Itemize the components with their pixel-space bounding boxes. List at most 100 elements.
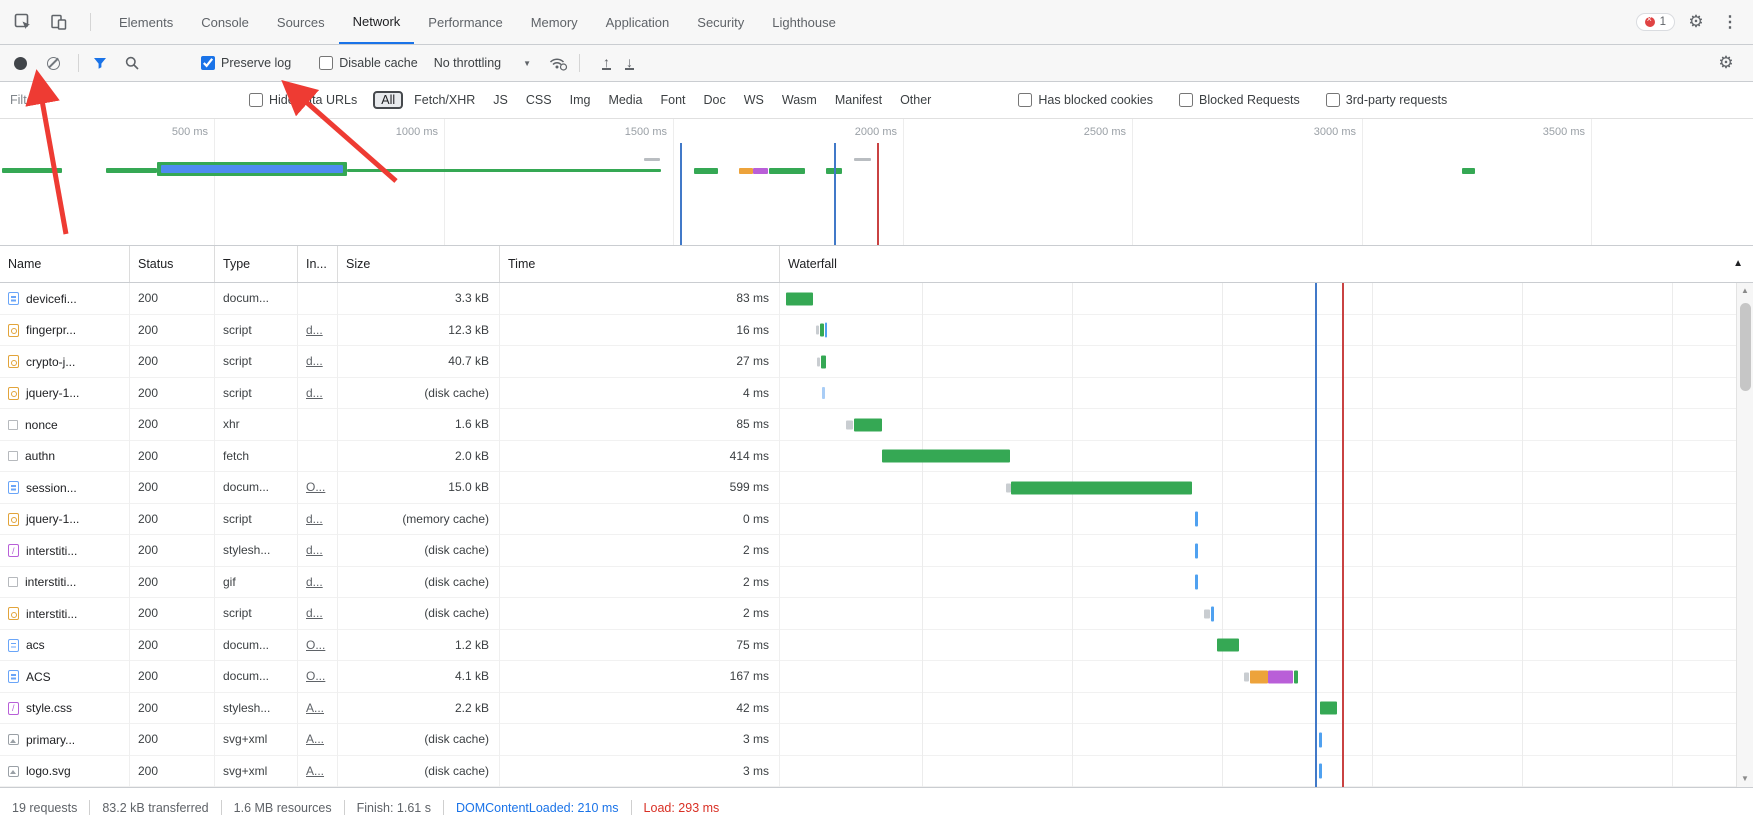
tab-sources[interactable]: Sources — [263, 0, 339, 44]
column-header-size[interactable]: Size — [338, 246, 500, 282]
filter-pill-doc[interactable]: Doc — [697, 91, 733, 109]
tab-elements[interactable]: Elements — [105, 0, 187, 44]
request-row[interactable]: acs200docum...O...1.2 kB75 ms — [0, 630, 1736, 662]
filter-pill-js[interactable]: JS — [486, 91, 515, 109]
request-row[interactable]: interstiti...200stylesh...d...(disk cach… — [0, 535, 1736, 567]
scrollbar-thumb[interactable] — [1740, 303, 1751, 391]
network-settings-gear-icon[interactable]: ⚙ — [1713, 50, 1739, 76]
request-row[interactable]: primary...200svg+xmlA...(disk cache)3 ms — [0, 724, 1736, 756]
filter-pill-manifest[interactable]: Manifest — [828, 91, 889, 109]
request-row[interactable]: jquery-1...200scriptd...(disk cache)4 ms — [0, 378, 1736, 410]
request-row[interactable]: session...200docum...O...15.0 kB599 ms — [0, 472, 1736, 504]
sort-ascending-icon[interactable]: ▲ — [1733, 258, 1743, 269]
preserve-log-checkbox[interactable] — [201, 56, 215, 70]
filter-toggle-icon[interactable] — [87, 50, 113, 76]
initiator-link[interactable]: O... — [306, 669, 325, 683]
filter-input[interactable] — [0, 89, 235, 111]
request-row[interactable]: devicefi...200docum...3.3 kB83 ms — [0, 283, 1736, 315]
filter-pill-ws[interactable]: WS — [737, 91, 771, 109]
initiator-link[interactable]: O... — [306, 638, 325, 652]
request-row[interactable]: jquery-1...200scriptd...(memory cache)0 … — [0, 504, 1736, 536]
tab-memory[interactable]: Memory — [517, 0, 592, 44]
filter-checkbox-3rd-party-requests[interactable]: 3rd-party requests — [1326, 93, 1447, 107]
column-header-initiator[interactable]: In... — [298, 246, 338, 282]
filter-pill-media[interactable]: Media — [601, 91, 649, 109]
clear-button[interactable] — [47, 57, 60, 70]
initiator-link[interactable]: A... — [306, 701, 324, 715]
tab-security[interactable]: Security — [683, 0, 758, 44]
waterfall-bar — [1195, 575, 1198, 590]
3rd-party-requests-checkbox[interactable] — [1326, 93, 1340, 107]
filter-pill-other[interactable]: Other — [893, 91, 938, 109]
column-header-waterfall[interactable]: Waterfall ▲ — [780, 246, 1753, 282]
status-item: 1.6 MB resources — [234, 801, 332, 815]
hide-data-urls-toggle[interactable]: Hide data URLs — [249, 93, 357, 107]
filter-pill-css[interactable]: CSS — [519, 91, 559, 109]
export-har-icon[interactable]: ↓ — [625, 56, 634, 70]
hide-data-urls-checkbox[interactable] — [249, 93, 263, 107]
filter-pill-fetch-xhr[interactable]: Fetch/XHR — [407, 91, 482, 109]
throttling-select[interactable]: No throttling ▼ — [434, 56, 531, 70]
initiator-link[interactable]: d... — [306, 323, 323, 337]
tab-lighthouse[interactable]: Lighthouse — [758, 0, 850, 44]
table-scrollbar[interactable]: ▲ ▼ — [1736, 283, 1753, 787]
column-header-status[interactable]: Status — [130, 246, 215, 282]
column-header-time[interactable]: Time — [500, 246, 780, 282]
initiator-link[interactable]: A... — [306, 764, 324, 778]
filter-checkbox-blocked-requests[interactable]: Blocked Requests — [1179, 93, 1300, 107]
blocked-requests-checkbox[interactable] — [1179, 93, 1193, 107]
inspect-element-icon[interactable] — [10, 9, 36, 35]
request-size: 2.2 kB — [338, 693, 500, 725]
search-icon[interactable] — [119, 50, 145, 76]
record-button[interactable] — [14, 57, 27, 70]
filter-pill-all[interactable]: All — [373, 91, 403, 109]
request-waterfall — [780, 504, 1736, 536]
initiator-link[interactable]: d... — [306, 386, 323, 400]
tab-console[interactable]: Console — [187, 0, 263, 44]
request-row[interactable]: logo.svg200svg+xmlA...(disk cache)3 ms — [0, 756, 1736, 788]
disable-cache-toggle[interactable]: Disable cache — [319, 56, 418, 70]
initiator-link[interactable]: A... — [306, 732, 324, 746]
filter-checkbox-has-blocked-cookies[interactable]: Has blocked cookies — [1018, 93, 1153, 107]
device-toolbar-icon[interactable] — [46, 9, 72, 35]
request-row[interactable]: fingerpr...200scriptd...12.3 kB16 ms — [0, 315, 1736, 347]
scroll-up-button[interactable]: ▲ — [1741, 283, 1749, 299]
initiator-link[interactable]: d... — [306, 606, 323, 620]
request-waterfall — [780, 472, 1736, 504]
network-conditions-icon[interactable] — [545, 50, 571, 76]
kebab-menu-icon[interactable]: ⋮ — [1717, 9, 1743, 35]
initiator-link[interactable]: d... — [306, 575, 323, 589]
request-size: (disk cache) — [338, 598, 500, 630]
settings-gear-icon[interactable]: ⚙ — [1683, 9, 1709, 35]
has-blocked-cookies-checkbox[interactable] — [1018, 93, 1032, 107]
tab-application[interactable]: Application — [592, 0, 684, 44]
import-har-icon[interactable]: ↑ — [602, 56, 611, 70]
preserve-log-toggle[interactable]: Preserve log — [201, 56, 291, 70]
disable-cache-checkbox[interactable] — [319, 56, 333, 70]
initiator-link[interactable]: O... — [306, 480, 325, 494]
filter-pill-wasm[interactable]: Wasm — [775, 91, 824, 109]
tab-performance[interactable]: Performance — [414, 0, 516, 44]
filter-pill-img[interactable]: Img — [563, 91, 598, 109]
error-badge[interactable]: 1 — [1636, 13, 1675, 31]
request-row[interactable]: style.css200stylesh...A...2.2 kB42 ms — [0, 693, 1736, 725]
filter-pill-font[interactable]: Font — [653, 91, 692, 109]
overview-marker-line — [834, 143, 836, 245]
initiator-link[interactable]: d... — [306, 354, 323, 368]
column-header-name[interactable]: Name — [0, 246, 130, 282]
status-separator — [631, 800, 632, 815]
request-row[interactable]: nonce200xhr1.6 kB85 ms — [0, 409, 1736, 441]
column-header-type[interactable]: Type — [215, 246, 298, 282]
scroll-down-button[interactable]: ▼ — [1741, 771, 1749, 787]
request-row[interactable]: crypto-j...200scriptd...40.7 kB27 ms — [0, 346, 1736, 378]
tab-network[interactable]: Network — [339, 0, 415, 44]
request-row[interactable]: interstiti...200scriptd...(disk cache)2 … — [0, 598, 1736, 630]
request-size: 40.7 kB — [338, 346, 500, 378]
request-row[interactable]: interstiti...200gifd...(disk cache)2 ms — [0, 567, 1736, 599]
request-row[interactable]: ACS200docum...O...4.1 kB167 ms — [0, 661, 1736, 693]
initiator-link[interactable]: d... — [306, 543, 323, 557]
network-overview[interactable]: 500 ms1000 ms1500 ms2000 ms2500 ms3000 m… — [0, 119, 1753, 246]
network-filter-bar: Hide data URLs AllFetch/XHRJSCSSImgMedia… — [0, 82, 1753, 119]
initiator-link[interactable]: d... — [306, 512, 323, 526]
request-row[interactable]: authn200fetch2.0 kB414 ms — [0, 441, 1736, 473]
